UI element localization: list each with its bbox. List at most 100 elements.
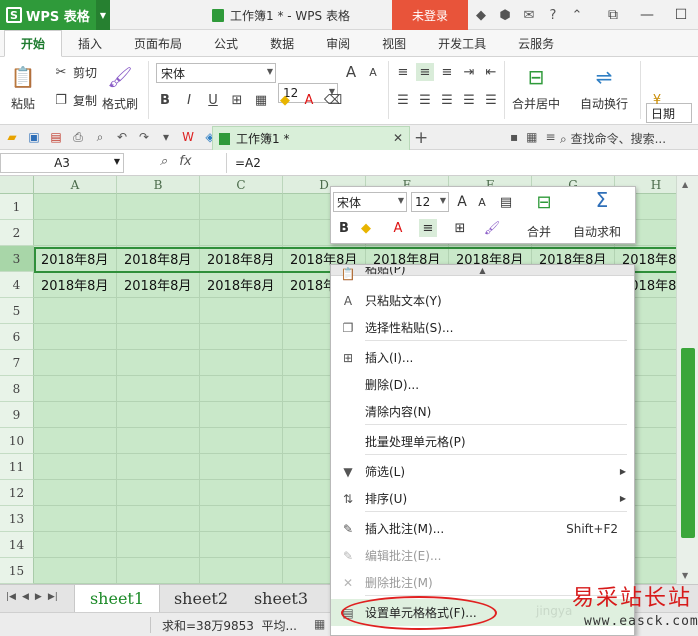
undo-icon[interactable]: ↶ (114, 129, 130, 145)
clear-format-icon[interactable]: ⌫ (324, 91, 342, 109)
cell-A13[interactable] (34, 506, 117, 532)
tab-insert[interactable]: 插入 (62, 30, 118, 56)
paste-button[interactable]: 📋 粘贴 (8, 63, 38, 112)
maximize-icon[interactable]: ☐ (664, 0, 698, 30)
align-bottom-icon[interactable]: ≡ (438, 63, 456, 81)
menu-icon[interactable]: ≡ (545, 130, 555, 144)
open-folder-icon[interactable]: ▰ (4, 129, 20, 145)
tab-formulas[interactable]: 公式 (198, 30, 254, 56)
sheet-tab-sheet2[interactable]: sheet2 (160, 585, 242, 612)
cell-A12[interactable] (34, 480, 117, 506)
cell-A10[interactable] (34, 428, 117, 454)
merge-center-button[interactable]: ⊟ 合并居中 (512, 63, 560, 112)
vertical-scrollbar[interactable]: ▲ ▼ (676, 176, 698, 584)
align-middle-icon[interactable]: ≡ (416, 63, 434, 81)
justify-icon[interactable]: ☰ (460, 91, 478, 109)
close-icon[interactable]: ✕ (393, 131, 403, 145)
row-header[interactable]: 9 (0, 402, 34, 428)
menu-item[interactable]: 删除(D)... (331, 371, 634, 398)
align-left-icon[interactable]: ☰ (394, 91, 412, 109)
tab-page-layout[interactable]: 页面布局 (118, 30, 198, 56)
cell-A11[interactable] (34, 454, 117, 480)
cell-C8[interactable] (200, 376, 283, 402)
menu-item[interactable]: 清除内容(N) (331, 398, 634, 425)
mini-bold-button[interactable]: B (335, 219, 353, 237)
cell-C3[interactable]: 2018年8月 (200, 246, 283, 272)
cell-A5[interactable] (34, 298, 117, 324)
cell-C14[interactable] (200, 532, 283, 558)
cell-B1[interactable] (117, 194, 200, 220)
mini-autosum-button[interactable]: 自动求和 (573, 223, 621, 240)
share-icon[interactable]: ✉ (522, 8, 536, 23)
outdent-icon[interactable]: ⇤ (482, 63, 500, 81)
cell-B12[interactable] (117, 480, 200, 506)
cell-B5[interactable] (117, 298, 200, 324)
wrap-text-button[interactable]: ⇌ 自动换行 (580, 63, 628, 112)
row-header[interactable]: 11 (0, 454, 34, 480)
scroll-up-icon[interactable]: ▲ (682, 180, 688, 189)
cell-B15[interactable] (117, 558, 200, 584)
row-header[interactable]: 15 (0, 558, 34, 584)
merge-icon[interactable]: ⊟ (535, 192, 553, 213)
cell-C10[interactable] (200, 428, 283, 454)
scrollbar-thumb[interactable] (681, 348, 695, 538)
cell-A14[interactable] (34, 532, 117, 558)
align-top-icon[interactable]: ≡ (394, 63, 412, 81)
brush-icon[interactable]: 🖌 (483, 219, 501, 237)
tab-data[interactable]: 数据 (254, 30, 310, 56)
formula-input[interactable]: =A2 (226, 153, 698, 173)
select-all-corner[interactable] (0, 176, 34, 194)
row-header[interactable]: 13 (0, 506, 34, 532)
grid-view-icon[interactable]: ▦ (526, 130, 537, 144)
row-header[interactable]: 4 (0, 272, 34, 298)
cell-C6[interactable] (200, 324, 283, 350)
name-box[interactable]: A3 ▼ (0, 153, 124, 173)
ribbon-toggle-icon[interactable]: ⌃ (570, 8, 584, 23)
decrease-font-icon[interactable]: A (364, 63, 382, 81)
row-header[interactable]: 6 (0, 324, 34, 350)
customize-icon[interactable]: ▾ (158, 129, 174, 145)
menu-item[interactable]: ❐ 选择性粘贴(S)... (331, 314, 634, 341)
wps-w-icon[interactable]: W (180, 129, 196, 145)
cell-B3[interactable]: 2018年8月 (117, 246, 200, 272)
redo-icon[interactable]: ↷ (136, 129, 152, 145)
fill-color-icon[interactable]: ◆ (357, 219, 375, 237)
cell-A2[interactable] (34, 220, 117, 246)
sheet-tab-sheet1[interactable]: sheet1 (74, 585, 160, 612)
cell-C12[interactable] (200, 480, 283, 506)
row-header[interactable]: 8 (0, 376, 34, 402)
restore-box-icon[interactable]: ⧉ (596, 0, 630, 30)
cell-C7[interactable] (200, 350, 283, 376)
underline-button[interactable]: U (204, 91, 222, 109)
row-header[interactable]: 1 (0, 194, 34, 220)
cell-B13[interactable] (117, 506, 200, 532)
document-tab[interactable]: 工作簿1 * ✕ (212, 126, 410, 150)
export-pdf-icon[interactable]: ▤ (48, 129, 64, 145)
search-command[interactable]: ⌕ 查找命令、搜索... (560, 130, 666, 147)
login-button[interactable]: 未登录 (392, 0, 468, 30)
cell-B6[interactable] (117, 324, 200, 350)
cell-C5[interactable] (200, 298, 283, 324)
menu-item[interactable]: ⇅ 排序(U) ▶ (331, 485, 634, 512)
cell-B4[interactable]: 2018年8月 (117, 272, 200, 298)
menu-item-paste-partial[interactable]: 📋 粘贴(P) (331, 267, 634, 281)
cell-C4[interactable]: 2018年8月 (200, 272, 283, 298)
tab-review[interactable]: 审阅 (310, 30, 366, 56)
align-right-icon[interactable]: ☰ (438, 91, 456, 109)
copy-button[interactable]: ❐ 复制 (52, 91, 97, 109)
menu-item[interactable]: ▼ 筛选(L) ▶ (331, 458, 634, 485)
row-header[interactable]: 3 (0, 246, 34, 272)
format-painter-button[interactable]: 🖌 格式刷 (102, 63, 138, 112)
cell-A6[interactable] (34, 324, 117, 350)
help-icon[interactable]: ? (546, 8, 560, 23)
cell-A4[interactable]: 2018年8月 (34, 272, 117, 298)
save-icon[interactable]: ▣ (26, 129, 42, 145)
cell-C13[interactable] (200, 506, 283, 532)
cell-B14[interactable] (117, 532, 200, 558)
settings-icon[interactable]: ⬢ (498, 8, 512, 23)
cell-B2[interactable] (117, 220, 200, 246)
indent-icon[interactable]: ⇥ (460, 63, 478, 81)
row-header[interactable]: 2 (0, 220, 34, 246)
zoom-icon[interactable]: ⌕ (160, 154, 167, 169)
font-color-icon[interactable]: A (389, 219, 407, 237)
